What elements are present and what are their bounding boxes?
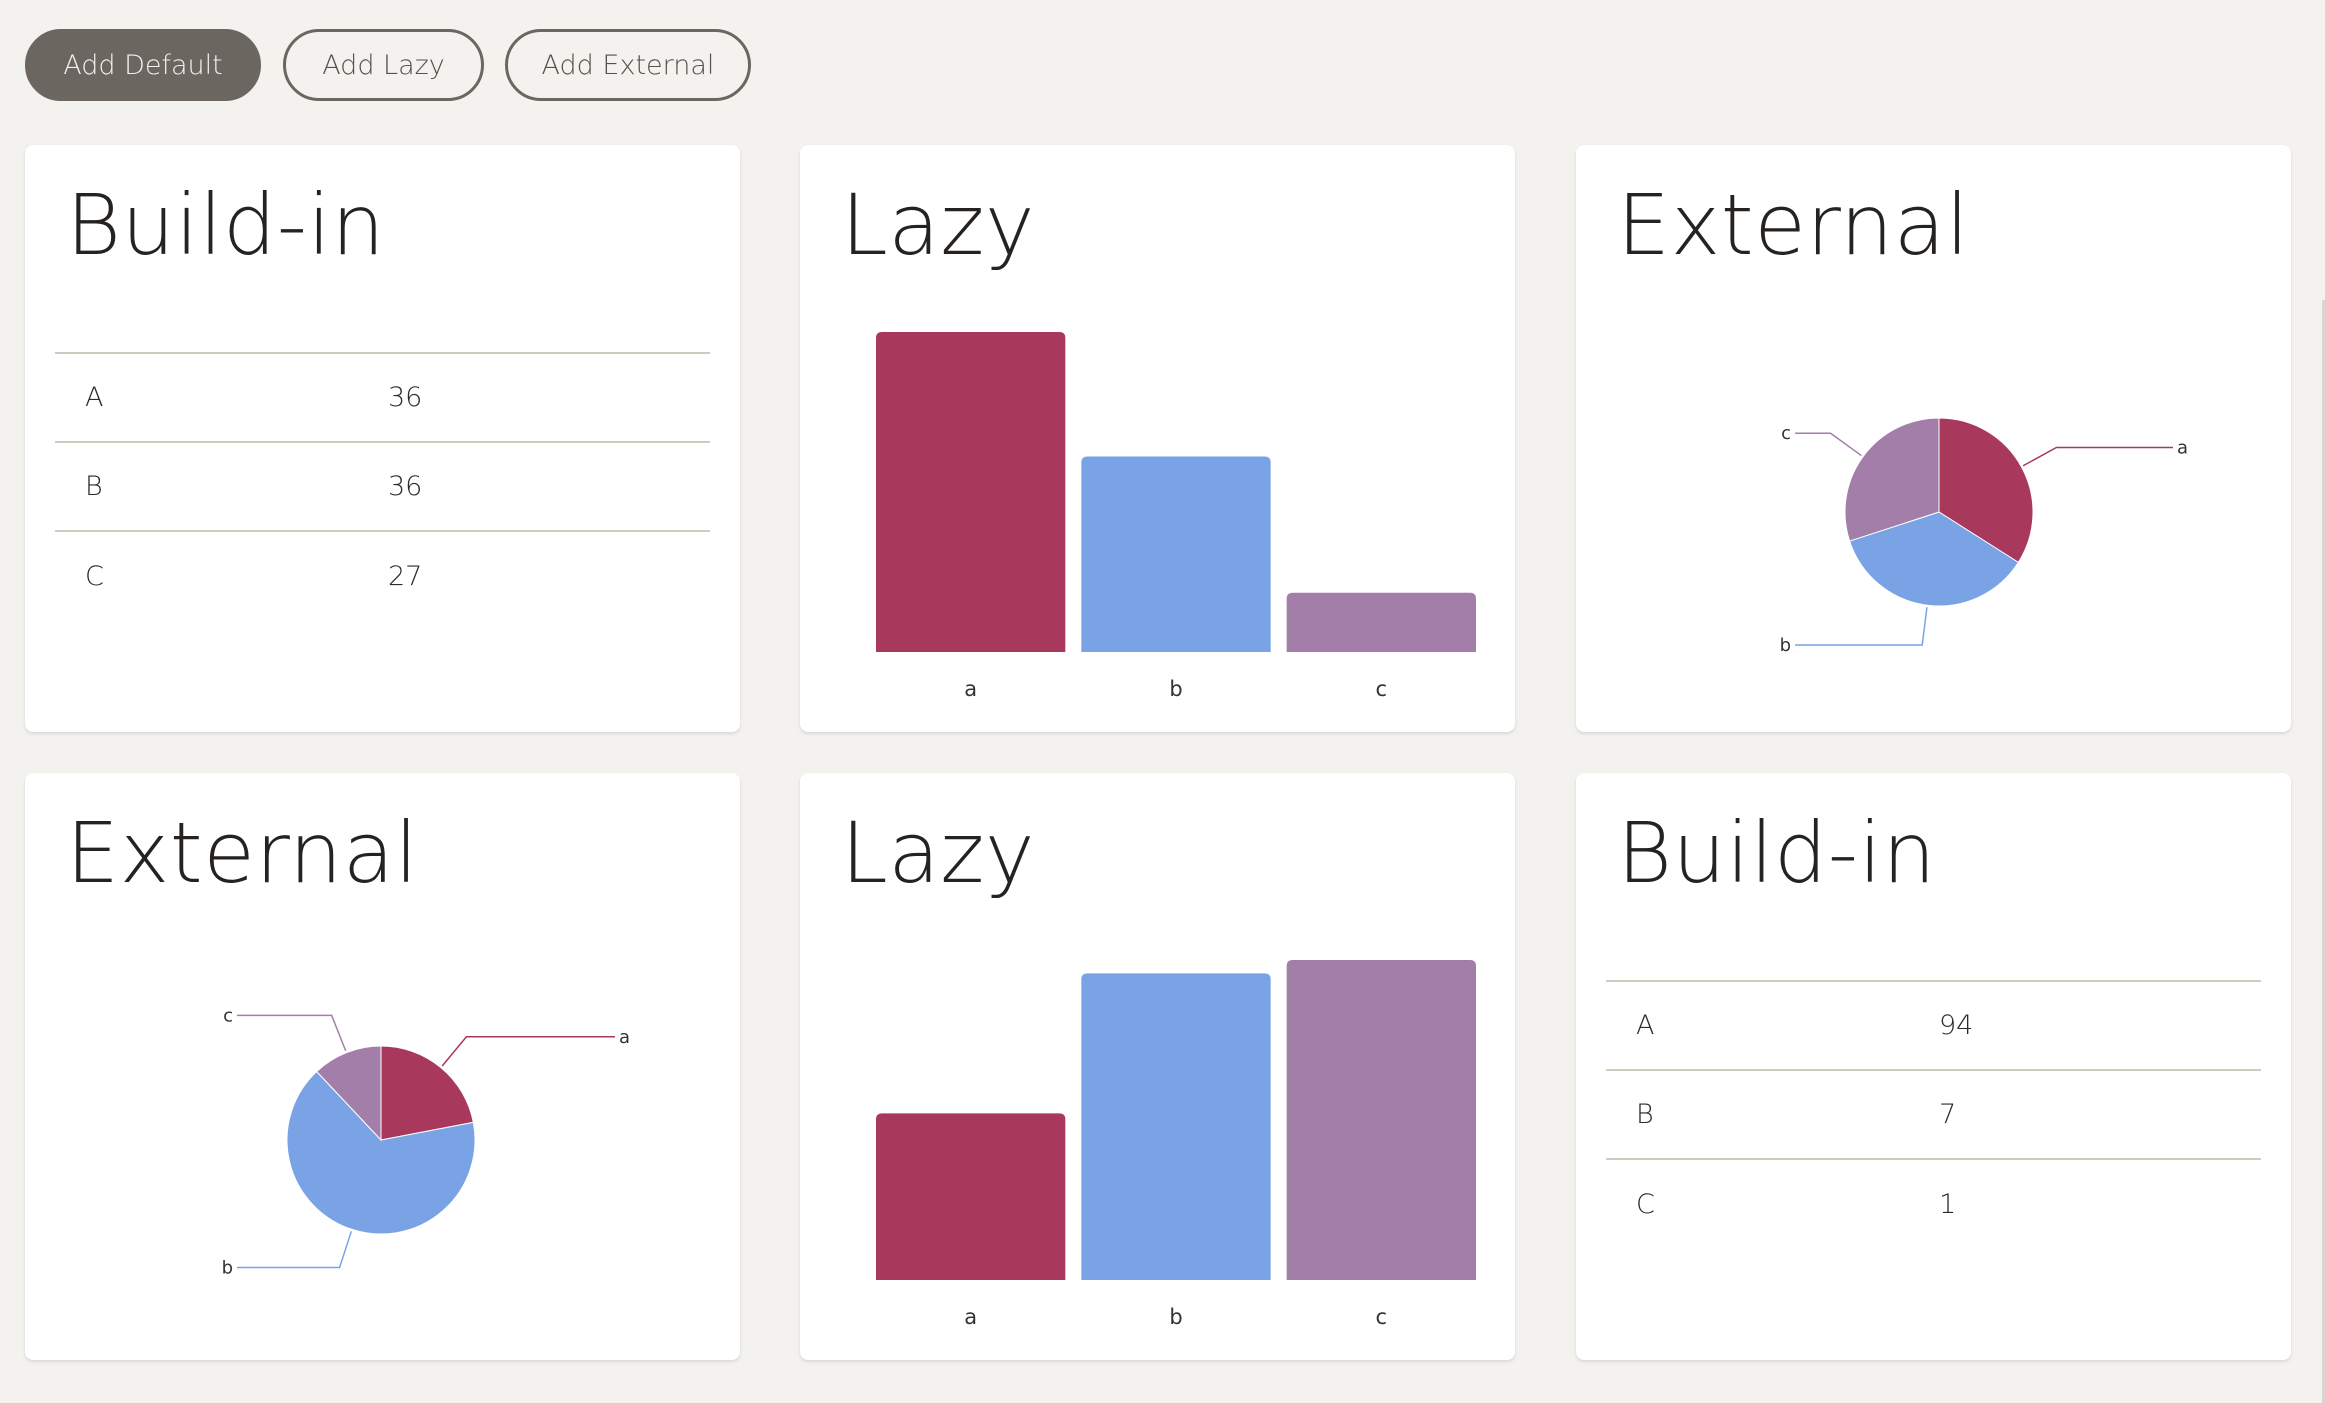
card-lazy-1: Lazy abc <box>800 145 1515 732</box>
add-lazy-button[interactable]: Add Lazy <box>283 29 484 101</box>
slice-label: b <box>1780 635 1791 656</box>
row-key: C <box>55 530 358 620</box>
row-key: C <box>1606 1158 1909 1248</box>
bar-a <box>876 332 1066 652</box>
row-value: 27 <box>358 530 710 620</box>
row-value: 1 <box>1909 1158 2261 1248</box>
card-build-in-1: Build-in A 36 B 36 C 27 <box>25 145 740 732</box>
add-external-button[interactable]: Add External <box>505 29 751 101</box>
x-tick-label: a <box>964 1305 977 1329</box>
pie-chart: a b c <box>1780 417 2188 656</box>
row-value: 7 <box>1909 1069 2261 1159</box>
row-key: B <box>55 441 358 531</box>
row-key: A <box>1606 980 1909 1070</box>
card-title: Build-in <box>66 176 386 274</box>
values-table: A 94 B 7 C 1 <box>1606 980 2261 1248</box>
table-row: C 1 <box>1606 1158 2261 1248</box>
bar-c <box>1286 592 1476 652</box>
leader-line-b <box>1795 607 1928 646</box>
leader-line-c <box>1795 432 1862 457</box>
table-row: C 27 <box>55 530 710 620</box>
leader-line-a <box>2022 446 2173 467</box>
add-default-button[interactable]: Add Default <box>25 29 261 101</box>
slice-label: b <box>222 1257 233 1278</box>
pie-chart: a b c <box>222 1005 630 1278</box>
leader-line-a <box>441 1036 615 1067</box>
bar-chart: a b c <box>876 960 1476 1329</box>
row-key: A <box>55 352 358 442</box>
row-value: 94 <box>1909 980 2261 1070</box>
slice-label: c <box>1781 423 1791 444</box>
card-lazy-2: Lazy abc <box>800 773 1515 1360</box>
x-tick-label: b <box>1169 1305 1182 1329</box>
table-row: B 7 <box>1606 1069 2261 1159</box>
card-external-1: External abc <box>1576 145 2291 732</box>
card-title: Build-in <box>1617 804 1937 902</box>
card-build-in-2: Build-in A 94 B 7 C 1 <box>1576 773 2291 1360</box>
slice-label: c <box>223 1005 233 1026</box>
bar-b <box>1081 456 1271 652</box>
card-external-2: External abc <box>25 773 740 1360</box>
table-row: A 94 <box>1606 980 2261 1070</box>
slice-label: a <box>2177 437 2188 458</box>
values-table: A 36 B 36 C 27 <box>55 352 710 620</box>
table-row: A 36 <box>55 352 710 442</box>
bar-b <box>1081 973 1271 1280</box>
row-value: 36 <box>358 441 710 531</box>
leader-line-b <box>237 1231 353 1269</box>
x-tick-label: b <box>1169 677 1182 701</box>
bar-c <box>1286 960 1476 1280</box>
x-tick-label: a <box>964 677 977 701</box>
bar-chart: a b c <box>876 332 1476 701</box>
row-value: 36 <box>358 352 710 442</box>
x-tick-label: c <box>1376 677 1388 701</box>
row-key: B <box>1606 1069 1909 1159</box>
bar-a <box>876 1113 1066 1280</box>
table-row: B 36 <box>55 441 710 531</box>
leader-line-c <box>237 1014 347 1052</box>
x-tick-label: c <box>1376 1305 1388 1329</box>
slice-label: a <box>619 1027 630 1048</box>
